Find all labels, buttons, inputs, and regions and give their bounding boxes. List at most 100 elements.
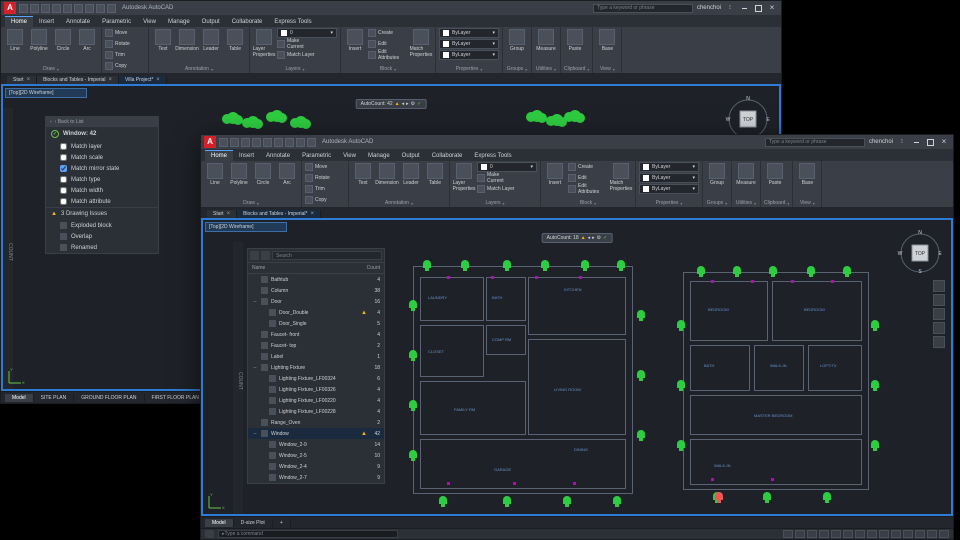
ribbon-tab-insert[interactable]: Insert	[33, 16, 60, 27]
tree-row[interactable]: Lighting Fixture_LF00228 4	[248, 406, 384, 417]
ribbon-tab-view[interactable]: View	[337, 150, 362, 161]
close-tab-icon[interactable]: ×	[27, 77, 31, 83]
tree-row[interactable]: Lighting Fixture_LF00220 4	[248, 395, 384, 406]
layout-tab[interactable]: Model	[205, 519, 234, 527]
ribbon-btn-edit-attributes[interactable]: Edit Attributes	[368, 50, 408, 60]
help-search[interactable]: Type a keyword or phrase	[593, 4, 693, 13]
ribbon-btn-trim[interactable]: Trim	[305, 184, 345, 194]
ribbon-btn-match-properties[interactable]: Match Properties	[610, 162, 632, 196]
match-option[interactable]: Match type	[46, 174, 158, 185]
ribbon-btn-layer-properties[interactable]: Layer Properties	[453, 162, 475, 196]
tree-row[interactable]: Window_2-4 9	[248, 461, 384, 472]
ribbon-btn-circle[interactable]: Circle	[252, 162, 274, 196]
layout-tab[interactable]: FIRST FLOOR PLAN	[145, 394, 207, 402]
ribbon-btn-paste[interactable]: Paste	[564, 28, 586, 62]
layout-tab[interactable]: SITE PLAN	[34, 394, 75, 402]
ribbon-btn-paste[interactable]: Paste	[764, 162, 786, 196]
ribbon-dropdown[interactable]: ByLayer▾	[439, 39, 499, 49]
viewport-label[interactable]: [Top][2D Wireframe]	[205, 222, 287, 232]
window-close[interactable]	[939, 138, 949, 147]
ribbon-btn-leader[interactable]: Leader	[400, 162, 422, 196]
ribbon-dropdown[interactable]: ByLayer▾	[439, 50, 499, 60]
layout-tab[interactable]: Model	[5, 394, 34, 402]
signed-in-user[interactable]: chenchoi	[697, 5, 721, 11]
ribbon-btn-dimension[interactable]: Dimension	[376, 162, 398, 196]
match-option[interactable]: Match mirror state	[46, 163, 158, 174]
ribbon-tab-annotate[interactable]: Annotate	[60, 16, 96, 27]
ribbon-dropdown[interactable]: ByLayer▾	[639, 173, 699, 183]
tree-search[interactable]: Search	[272, 251, 382, 260]
close-tab-icon[interactable]: ×	[227, 211, 231, 217]
ribbon-tab-view[interactable]: View	[137, 16, 162, 27]
tree-row[interactable]: Window_2-7 9	[248, 472, 384, 483]
tree-row[interactable]: Faucet- top 2	[248, 340, 384, 351]
match-option[interactable]: Match layer	[46, 141, 158, 152]
window-close[interactable]	[767, 4, 777, 13]
ribbon-btn-leader[interactable]: Leader	[200, 28, 222, 62]
ribbon-tab-collaborate[interactable]: Collaborate	[426, 150, 469, 161]
ribbon-tab-home[interactable]: Home	[205, 150, 233, 161]
tree-row[interactable]: Lighting Fixture_LF00324 6	[248, 373, 384, 384]
status-bar-toggles[interactable]	[783, 530, 949, 538]
layout-tab[interactable]: D-size Plot	[234, 519, 273, 527]
autocount-badge[interactable]: AutoCount: 18 ▲ ◂▸ ⚙ ✓	[542, 233, 613, 243]
ribbon-btn-copy[interactable]: Copy	[305, 195, 345, 205]
layout-tab[interactable]: GROUND FLOOR PLAN	[74, 394, 144, 402]
ribbon-btn-trim[interactable]: Trim	[105, 50, 145, 60]
tree-row[interactable]: Column 38	[248, 285, 384, 296]
tree-toolbar[interactable]: Search	[248, 249, 384, 263]
help-search[interactable]: Type a keyword or phrase	[765, 138, 865, 147]
ribbon-btn-table[interactable]: Table	[424, 162, 446, 196]
ribbon-dropdown[interactable]: ByLayer▾	[439, 28, 499, 38]
ribbon-tab-parametric[interactable]: Parametric	[96, 16, 137, 27]
ribbon-btn-layer-properties[interactable]: Layer Properties	[253, 28, 275, 62]
drawing-issue[interactable]: Renamed	[46, 242, 158, 253]
autocount-badge[interactable]: AutoCount: 42 ▲ ◂▸ ⚙ ✓	[356, 99, 427, 109]
command-history-icon[interactable]	[205, 530, 214, 538]
ribbon-btn-base[interactable]: Base	[596, 28, 618, 62]
ribbon-tab-express-tools[interactable]: Express Tools	[268, 16, 317, 27]
signed-in-user[interactable]: chenchoi	[869, 139, 893, 145]
drawing-issue[interactable]: Exploded block	[46, 220, 158, 231]
ribbon-btn-rotate[interactable]: Rotate	[105, 39, 145, 49]
ribbon-btn-group[interactable]: Group	[706, 162, 728, 196]
ribbon-tab-home[interactable]: Home	[5, 16, 33, 27]
count-palette-strip[interactable]: COUNT	[3, 108, 13, 389]
ribbon-tab-parametric[interactable]: Parametric	[296, 150, 337, 161]
ribbon-btn-insert[interactable]: Insert	[544, 162, 566, 196]
ribbon-btn-line[interactable]: Line	[204, 162, 226, 196]
ribbon-btn-text[interactable]: Text	[352, 162, 374, 196]
close-tab-icon[interactable]: ×	[156, 77, 160, 83]
tree-row[interactable]: Range_Oven 2	[248, 417, 384, 428]
ribbon-btn-edit[interactable]: Edit	[568, 173, 608, 183]
ribbon-btn-circle[interactable]: Circle	[52, 28, 74, 62]
tree-row[interactable]: Bathtub 4	[248, 274, 384, 285]
drawing-issue[interactable]: Overlap	[46, 231, 158, 242]
app-logo[interactable]: A	[204, 136, 216, 148]
quick-access-toolbar[interactable]	[219, 138, 316, 147]
ribbon-btn-arc[interactable]: Arc	[276, 162, 298, 196]
panel-back-link[interactable]: ‹‹ Back to List	[46, 117, 158, 127]
ribbon-btn-measure[interactable]: Measure	[535, 28, 557, 62]
tree-row[interactable]: – Lighting Fixture 18	[248, 362, 384, 373]
ribbon-btn-insert[interactable]: Insert	[344, 28, 366, 62]
tree-row[interactable]: Lighting Fixture_LF00326 4	[248, 384, 384, 395]
command-input[interactable]: ▸ Type a command	[218, 530, 398, 538]
match-option[interactable]: Match width	[46, 185, 158, 196]
tree-row[interactable]: Window_2-9 14	[248, 439, 384, 450]
file-tab[interactable]: Villa Project*×	[119, 76, 167, 84]
tree-row[interactable]: – Door 16	[248, 296, 384, 307]
ribbon-tab-manage[interactable]: Manage	[162, 16, 196, 27]
viewport-label[interactable]: [Top][2D Wireframe]	[5, 88, 87, 98]
ribbon-btn-match-properties[interactable]: Match Properties	[410, 28, 432, 62]
share-icon[interactable]: ⁝	[725, 4, 735, 13]
tree-row[interactable]: Window_2-5 10	[248, 450, 384, 461]
ribbon-tab-annotate[interactable]: Annotate	[260, 150, 296, 161]
ribbon-btn-create[interactable]: Create	[368, 28, 408, 38]
match-option[interactable]: Match scale	[46, 152, 158, 163]
ribbon-btn-rotate[interactable]: Rotate	[305, 173, 345, 183]
file-tab[interactable]: Blocks and Tables - Imperial×	[37, 76, 119, 84]
ribbon-tab-collaborate[interactable]: Collaborate	[226, 16, 269, 27]
ribbon-dropdown[interactable]: 0▾	[277, 28, 337, 38]
ribbon-btn-line[interactable]: Line	[4, 28, 26, 62]
